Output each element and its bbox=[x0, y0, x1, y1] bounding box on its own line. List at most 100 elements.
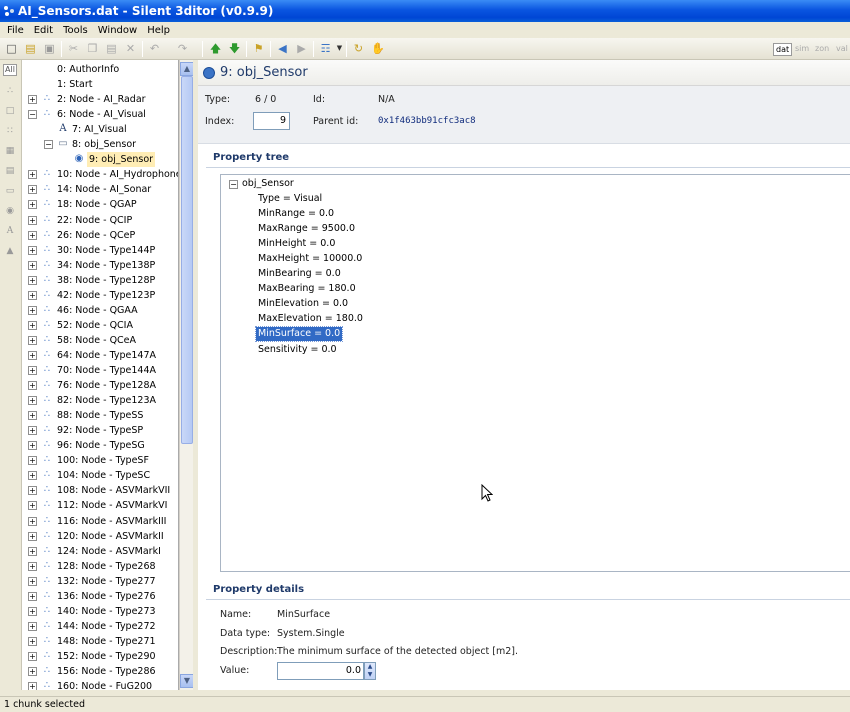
expand-icon[interactable]: + bbox=[28, 546, 37, 556]
collapse-icon[interactable]: − bbox=[28, 110, 37, 120]
filter-object-icon[interactable]: ◉ bbox=[3, 206, 17, 218]
tree-item[interactable]: 0: AuthorInfo bbox=[22, 62, 178, 77]
delete-icon[interactable]: ✕ bbox=[124, 42, 137, 55]
tree-item[interactable]: + ∴ 104: Node - TypeSC bbox=[22, 468, 178, 483]
paste-icon[interactable]: ▤ bbox=[105, 42, 118, 55]
filter-chunk-icon[interactable]: □ bbox=[3, 106, 17, 118]
expand-icon[interactable]: + bbox=[28, 381, 37, 391]
expand-icon[interactable]: + bbox=[28, 621, 37, 631]
expand-icon[interactable]: + bbox=[28, 335, 37, 345]
expand-icon[interactable]: + bbox=[28, 456, 37, 466]
tree-item[interactable]: + ∴ 64: Node - Type147A bbox=[22, 348, 178, 363]
hand-icon[interactable]: ✋ bbox=[371, 42, 385, 55]
tree-item[interactable]: + ∴ 144: Node - Type272 bbox=[22, 619, 178, 634]
save-icon[interactable]: ▣ bbox=[43, 42, 56, 55]
menu-window[interactable]: Window bbox=[93, 25, 142, 36]
columns-icon[interactable]: ☶ bbox=[319, 42, 332, 55]
expand-icon[interactable]: + bbox=[28, 636, 37, 646]
tree-item[interactable]: + ∴ 14: Node - AI_Sonar bbox=[22, 182, 178, 197]
tree-item[interactable]: 1: Start bbox=[22, 77, 178, 92]
copy-icon[interactable]: ❐ bbox=[86, 42, 99, 55]
tree-item[interactable]: + ∴ 10: Node - AI_Hydrophone bbox=[22, 167, 178, 182]
expand-icon[interactable]: + bbox=[28, 667, 37, 676]
expand-icon[interactable]: + bbox=[28, 606, 37, 616]
tree-item[interactable]: + ∴ 42: Node - Type123P bbox=[22, 288, 178, 303]
expand-icon[interactable]: + bbox=[28, 576, 37, 586]
property-item[interactable]: MinElevation = 0.0 bbox=[258, 297, 348, 311]
expand-icon[interactable]: + bbox=[28, 426, 37, 436]
tree-item[interactable]: + ∴ 58: Node - QCeA bbox=[22, 333, 178, 348]
expand-icon[interactable]: + bbox=[28, 230, 37, 240]
filter-mesh-icon[interactable]: ▦ bbox=[3, 146, 17, 158]
expand-icon[interactable]: + bbox=[28, 350, 37, 360]
tree-item[interactable]: + ∴ 120: Node - ASVMarkII bbox=[22, 529, 178, 544]
property-item[interactable]: Type = Visual bbox=[258, 192, 322, 206]
open-folder-icon[interactable]: ▤ bbox=[24, 42, 37, 55]
expand-icon[interactable]: + bbox=[28, 260, 37, 270]
tree-item[interactable]: + ∴ 38: Node - Type128P bbox=[22, 273, 178, 288]
property-item[interactable]: MaxHeight = 10000.0 bbox=[258, 252, 362, 266]
tree-item[interactable]: + ∴ 2: Node - AI_Radar bbox=[22, 92, 178, 107]
tree-item[interactable]: + ∴ 88: Node - TypeSS bbox=[22, 408, 178, 423]
spin-up-icon[interactable]: ▲ bbox=[365, 663, 375, 671]
expand-icon[interactable]: + bbox=[28, 320, 37, 330]
tree-scrollbar[interactable]: ▲ ▼ bbox=[179, 60, 194, 690]
expand-icon[interactable]: + bbox=[28, 486, 37, 496]
tree-item[interactable]: − ▭ 8: obj_Sensor bbox=[22, 137, 178, 152]
tree-item[interactable]: + ∴ 140: Node - Type273 bbox=[22, 604, 178, 619]
expand-icon[interactable]: + bbox=[28, 95, 37, 105]
filter-group-icon[interactable]: ∷ bbox=[3, 126, 17, 138]
menu-help[interactable]: Help bbox=[142, 25, 175, 36]
scroll-thumb[interactable] bbox=[181, 76, 193, 444]
expand-icon[interactable]: + bbox=[28, 471, 37, 481]
property-item[interactable]: MaxElevation = 180.0 bbox=[258, 312, 363, 326]
mode-dat[interactable]: dat bbox=[773, 43, 793, 56]
back-icon[interactable]: ◀ bbox=[276, 42, 289, 55]
spin-down-icon[interactable]: ▼ bbox=[365, 671, 375, 679]
expand-icon[interactable]: + bbox=[28, 200, 37, 210]
filter-node-icon[interactable]: ∴ bbox=[3, 86, 17, 98]
collapse-icon[interactable]: − bbox=[229, 180, 238, 189]
tree-item[interactable]: + ∴ 100: Node - TypeSF bbox=[22, 453, 178, 468]
expand-icon[interactable]: + bbox=[28, 531, 37, 541]
tree-item[interactable]: + ∴ 34: Node - Type138P bbox=[22, 258, 178, 273]
filter-all-button[interactable]: All bbox=[3, 64, 17, 76]
tree-item[interactable]: + ∴ 116: Node - ASVMarkIII bbox=[22, 514, 178, 529]
expand-icon[interactable]: + bbox=[28, 366, 37, 375]
forward-icon[interactable]: ▶ bbox=[295, 42, 308, 55]
tree-item[interactable]: + ∴ 112: Node - ASVMarkVI bbox=[22, 498, 178, 513]
tree-item[interactable]: + ∴ 108: Node - ASVMarkVII bbox=[22, 483, 178, 498]
tree-item[interactable]: + ∴ 128: Node - Type268 bbox=[22, 559, 178, 574]
tree-item[interactable]: + ∴ 46: Node - QGAA bbox=[22, 303, 178, 318]
tree-item[interactable]: + ∴ 160: Node - FuG200 bbox=[22, 679, 178, 690]
new-file-icon[interactable]: □ bbox=[5, 42, 18, 55]
filter-text-icon[interactable]: A bbox=[3, 226, 17, 238]
property-item[interactable]: MinBearing = 0.0 bbox=[258, 267, 341, 281]
tree-item[interactable]: A 7: AI_Visual bbox=[22, 122, 178, 137]
tree-item[interactable]: + ∴ 136: Node - Type276 bbox=[22, 589, 178, 604]
scroll-down-icon[interactable]: ▼ bbox=[180, 674, 194, 688]
tree-item[interactable]: + ∴ 92: Node - TypeSP bbox=[22, 423, 178, 438]
tree-item[interactable]: + ∴ 18: Node - QGAP bbox=[22, 197, 178, 212]
tree-item[interactable]: + ∴ 132: Node - Type277 bbox=[22, 574, 178, 589]
value-stepper[interactable]: ▲ ▼ bbox=[364, 662, 376, 680]
menu-edit[interactable]: Edit bbox=[29, 25, 58, 36]
tree-item[interactable]: + ∴ 70: Node - Type144A bbox=[22, 363, 178, 378]
mode-sim[interactable]: sim bbox=[793, 43, 811, 56]
property-root[interactable]: obj_Sensor bbox=[242, 177, 294, 191]
tree-item[interactable]: + ∴ 152: Node - Type290 bbox=[22, 649, 178, 664]
scroll-up-icon[interactable]: ▲ bbox=[180, 62, 194, 76]
expand-icon[interactable]: + bbox=[28, 215, 37, 225]
expand-icon[interactable]: + bbox=[28, 275, 37, 285]
expand-icon[interactable]: + bbox=[28, 516, 37, 526]
filter-doc-icon[interactable]: ▭ bbox=[3, 186, 17, 198]
bookmark-icon[interactable]: ⚑ bbox=[252, 42, 265, 55]
undo-icon[interactable]: ↶ bbox=[148, 42, 161, 55]
index-input[interactable]: 9 bbox=[253, 112, 290, 130]
expand-icon[interactable]: + bbox=[28, 651, 37, 661]
property-item[interactable]: MinRange = 0.0 bbox=[258, 207, 334, 221]
move-down-icon[interactable]: 🡇 bbox=[228, 42, 241, 55]
property-item[interactable]: MaxRange = 9500.0 bbox=[258, 222, 355, 236]
expand-icon[interactable]: + bbox=[28, 441, 37, 451]
tree-item[interactable]: + ∴ 52: Node - QCIA bbox=[22, 318, 178, 333]
